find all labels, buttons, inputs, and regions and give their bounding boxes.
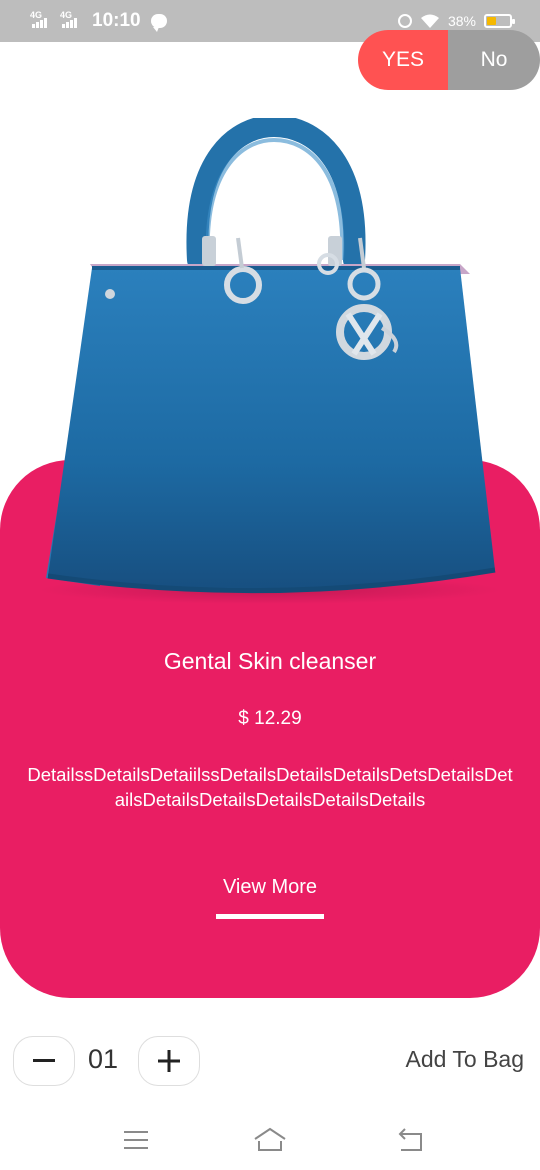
home-icon[interactable] (253, 1124, 287, 1154)
signal-icon-2: 4G (60, 10, 82, 30)
chat-bubble-icon (150, 14, 167, 32)
yes-no-toggle: YES No (358, 30, 540, 90)
decrease-quantity-button[interactable] (13, 1036, 75, 1086)
plus-icon (158, 1050, 180, 1072)
product-title: Gental Skin cleanser (163, 648, 377, 674)
navigation-bar (0, 1110, 540, 1170)
wifi-icon (420, 14, 439, 28)
toggle-yes-button[interactable]: YES (358, 30, 448, 90)
toggle-no-button[interactable]: No (448, 30, 540, 90)
view-more-underline (216, 914, 324, 919)
add-to-bag-button[interactable]: Add To Bag (405, 1046, 524, 1073)
status-time: 10:10 (92, 10, 141, 31)
signal-icon: 4G (30, 10, 52, 30)
product-price: $ 12.29 (238, 708, 302, 729)
status-left: 4G 4G 10:10 (30, 0, 167, 42)
blue-handbag-image (40, 118, 500, 604)
increase-quantity-button[interactable] (138, 1036, 200, 1086)
product-details: DetailssDetailsDetaiilssDetailsDetailsDe… (27, 764, 513, 810)
battery-percent: 38% (447, 13, 476, 29)
back-icon[interactable] (393, 1124, 427, 1154)
alarm-icon (397, 14, 412, 28)
menu-icon[interactable] (118, 1124, 152, 1154)
battery-icon (484, 14, 515, 28)
quantity-value: 01 (88, 1044, 119, 1074)
minus-icon (33, 1059, 55, 1062)
